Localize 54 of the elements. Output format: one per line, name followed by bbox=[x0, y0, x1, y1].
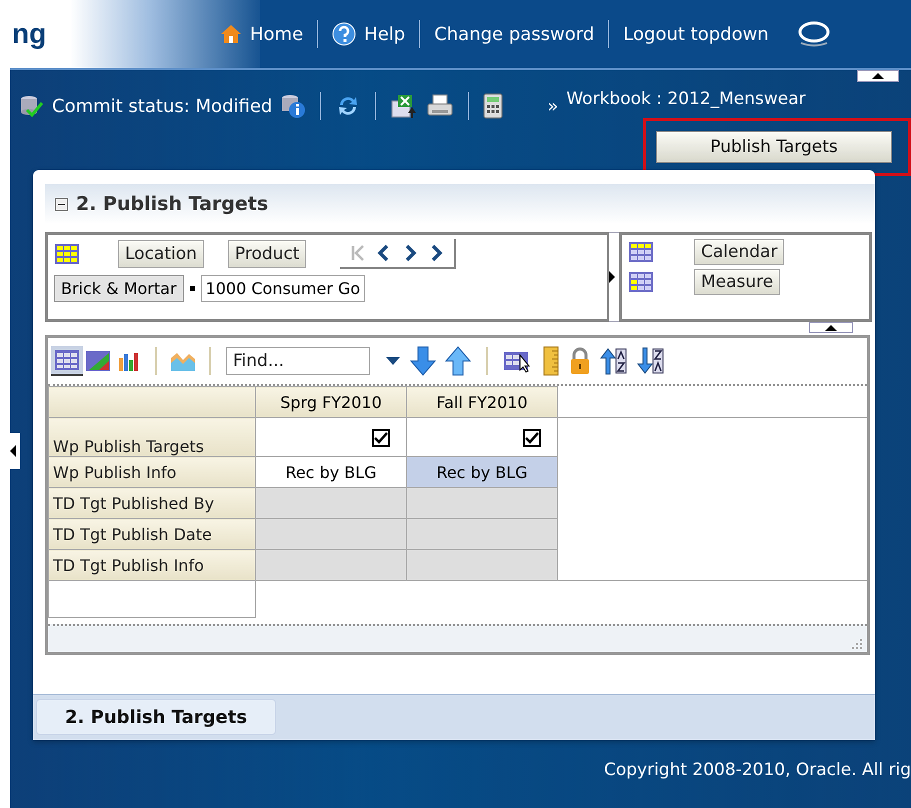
header-link[interactable]: Home bbox=[250, 24, 304, 44]
collapse-icon[interactable] bbox=[55, 198, 68, 210]
table-rows-icon[interactable] bbox=[54, 243, 80, 265]
calculator-icon[interactable] bbox=[483, 93, 504, 119]
row-header: Wp Publish Targets bbox=[48, 418, 256, 456]
grid-view-button[interactable] bbox=[51, 346, 83, 376]
collapse-header-button[interactable] bbox=[857, 70, 899, 82]
ring-logo-icon bbox=[796, 21, 831, 47]
table-header-icon[interactable] bbox=[628, 241, 654, 263]
ruler-icon[interactable] bbox=[542, 346, 560, 376]
database-check-icon[interactable] bbox=[18, 94, 44, 118]
checkbox[interactable] bbox=[523, 428, 541, 447]
home-icon[interactable] bbox=[220, 24, 242, 44]
header-link[interactable]: Logout topdown bbox=[623, 24, 769, 44]
find-field[interactable]: Find... bbox=[226, 347, 370, 375]
database-info-icon[interactable] bbox=[280, 93, 306, 119]
dimension-button[interactable]: Product bbox=[228, 240, 306, 268]
table-column-icon[interactable] bbox=[628, 271, 654, 293]
help-icon[interactable] bbox=[332, 22, 356, 46]
collapse-sidebar-handle[interactable] bbox=[10, 433, 20, 469]
dimension-button[interactable]: Measure bbox=[694, 269, 780, 295]
export-spreadsheet-icon[interactable] bbox=[390, 93, 418, 119]
find-next-arrow-icon[interactable] bbox=[410, 346, 436, 376]
resize-grip-icon[interactable] bbox=[851, 638, 863, 650]
select-cells-icon[interactable] bbox=[503, 349, 533, 373]
commit-status: Commit status: Modified bbox=[52, 96, 272, 116]
copyright-text: Copyright 2008-2010, Oracle. All rig bbox=[602, 760, 911, 780]
dimension-button[interactable]: Location bbox=[118, 240, 204, 268]
dropdown-caret-icon[interactable] bbox=[385, 356, 401, 366]
collapse-edge-button[interactable] bbox=[809, 322, 853, 333]
sort-descending-icon[interactable] bbox=[637, 347, 665, 375]
member-field[interactable]: Brick & Mortar bbox=[54, 275, 184, 302]
workbook-name: Workbook : 2012_Menswear bbox=[566, 89, 806, 109]
header-link[interactable]: Help bbox=[364, 24, 406, 44]
row-header: TD Tgt Published By bbox=[48, 488, 256, 518]
member-field[interactable]: 1000 Consumer Go bbox=[200, 275, 366, 302]
checkbox[interactable] bbox=[372, 428, 390, 447]
row-header: Wp Publish Info bbox=[48, 456, 256, 488]
table-cell[interactable]: Rec by BLG bbox=[406, 456, 558, 488]
lock-icon[interactable] bbox=[569, 347, 591, 375]
column-header: Sprg FY2010 bbox=[256, 386, 406, 418]
overflow-chevron[interactable]: » bbox=[547, 96, 558, 116]
publish-targets-button[interactable]: Publish Targets bbox=[656, 131, 892, 163]
splitter-handle[interactable] bbox=[609, 232, 619, 322]
row-header: TD Tgt Publish Date bbox=[48, 518, 256, 550]
header-link[interactable]: Change password bbox=[434, 24, 594, 44]
sort-ascending-icon[interactable] bbox=[600, 347, 628, 375]
panel-title: 2. Publish Targets bbox=[76, 193, 268, 215]
grid-icon[interactable] bbox=[54, 349, 80, 371]
find-previous-arrow-icon[interactable] bbox=[445, 346, 471, 376]
column-header: Fall FY2010 bbox=[406, 386, 558, 418]
row-header: TD Tgt Publish Info bbox=[48, 550, 256, 580]
worksheet-tab[interactable]: 2. Publish Targets bbox=[36, 699, 276, 735]
dimension-button[interactable]: Calendar bbox=[694, 239, 784, 265]
